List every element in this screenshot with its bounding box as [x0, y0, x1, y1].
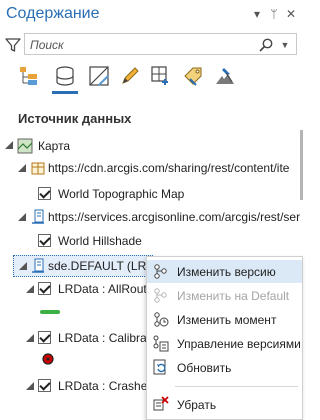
- layer-crashes-label: LRData : Crashes: [58, 379, 154, 393]
- section-title: Источник данных: [18, 111, 132, 126]
- route-line-symbol: [40, 310, 60, 314]
- labeling-icon[interactable]: [180, 62, 206, 92]
- source-2-url: https://services.arcgisonline.com/arcgis…: [48, 210, 301, 224]
- tree-item-source-2[interactable]: https://services.arcgisonline.com/arcgis…: [0, 207, 303, 229]
- search-input[interactable]: [30, 37, 255, 52]
- tree-item-layer-topo[interactable]: World Topographic Map: [0, 184, 303, 206]
- map-icon: [17, 138, 33, 154]
- tree-item-source-1[interactable]: https://cdn.arcgis.com/sharing/rest/cont…: [0, 158, 303, 180]
- pane-titlebar: Содержание ▾ ᛘ ✕: [0, 0, 303, 30]
- menu-item-manage-versions[interactable]: Управление версиями: [147, 332, 302, 355]
- vertical-scrollbar[interactable]: [300, 130, 303, 200]
- layer-hillshade-checkbox[interactable]: [38, 234, 51, 247]
- collapse-arrow-icon[interactable]: [17, 212, 27, 222]
- change-version-icon: [154, 264, 167, 279]
- pane-title: Содержание: [6, 5, 100, 22]
- menu-item-label: Изменить момент: [177, 313, 277, 327]
- menu-item-label: Убрать: [177, 398, 217, 412]
- layer-hillshade-label: World Hillshade: [58, 234, 142, 248]
- layer-calibration-label: LRData : Calibrat: [58, 331, 151, 345]
- menu-item-remove[interactable]: Убрать: [147, 393, 302, 416]
- menu-item-change-moment[interactable]: Изменить момент: [147, 308, 302, 331]
- menu-item-change-version[interactable]: Изменить версию: [147, 260, 302, 283]
- change-to-default-icon: [154, 288, 167, 303]
- menu-item-refresh[interactable]: Обновить: [147, 356, 302, 379]
- layer-allroutes-checkbox[interactable]: [38, 282, 51, 295]
- perspective-imagery-icon[interactable]: [212, 62, 238, 92]
- menu-item-label: Изменить на Default: [177, 289, 290, 303]
- collapse-arrow-icon[interactable]: [25, 333, 35, 343]
- editing-icon[interactable]: [117, 62, 143, 92]
- refresh-icon: [153, 359, 166, 375]
- service-source-icon: [32, 209, 44, 224]
- snapping-icon[interactable]: [148, 62, 174, 92]
- search-icon[interactable]: [258, 37, 274, 53]
- filter-icon[interactable]: [5, 37, 21, 53]
- tree-item-map[interactable]: Карта: [0, 136, 303, 158]
- selection-icon[interactable]: [86, 62, 112, 92]
- collapse-arrow-icon[interactable]: [4, 140, 14, 150]
- collapse-arrow-icon[interactable]: [25, 381, 35, 391]
- menu-item-change-to-default: Изменить на Default: [147, 284, 302, 307]
- pin-icon[interactable]: ᛘ: [267, 7, 281, 21]
- menu-separator: [175, 386, 298, 387]
- contents-toolbar: [14, 62, 294, 96]
- search-options-dropdown-icon[interactable]: ▼: [278, 37, 292, 53]
- context-menu: Изменить версию Изменить на Default Изме…: [146, 256, 303, 420]
- map-label: Карта: [38, 139, 71, 153]
- layer-topo-label: World Topographic Map: [58, 187, 185, 201]
- collapse-arrow-icon[interactable]: [25, 284, 35, 294]
- data-source-icon[interactable]: [52, 62, 78, 94]
- pane-options-dropdown-icon[interactable]: ▾: [250, 7, 264, 21]
- search-row: ▼: [0, 33, 303, 57]
- menu-item-label: Изменить версию: [177, 265, 276, 279]
- menu-item-label: Управление версиями: [177, 337, 301, 351]
- menu-item-label: Обновить: [177, 361, 232, 375]
- layer-topo-checkbox[interactable]: [38, 187, 51, 200]
- manage-versions-icon: [153, 335, 169, 352]
- remove-icon: [153, 396, 169, 411]
- tree-item-source-3[interactable]: sde.DEFAULT (LRD: [13, 255, 155, 277]
- change-moment-icon: [154, 312, 169, 327]
- collapse-arrow-icon[interactable]: [17, 163, 27, 173]
- layer-allroutes-label: LRData : AllRoute: [58, 282, 154, 296]
- layer-calibration-checkbox[interactable]: [38, 331, 51, 344]
- close-icon[interactable]: ✕: [284, 7, 298, 21]
- web-source-icon: [31, 162, 45, 175]
- calibration-point-symbol: [42, 353, 54, 365]
- layer-crashes-checkbox[interactable]: [38, 379, 51, 392]
- database-connection-icon: [32, 258, 44, 273]
- source-3-label: sde.DEFAULT (LRD: [48, 259, 155, 273]
- source-1-url: https://cdn.arcgis.com/sharing/rest/cont…: [48, 161, 290, 175]
- search-box: ▼: [24, 33, 297, 55]
- collapse-arrow-icon[interactable]: [18, 261, 28, 271]
- tree-item-layer-hillshade[interactable]: World Hillshade: [0, 231, 303, 253]
- drawing-order-icon[interactable]: [16, 62, 42, 92]
